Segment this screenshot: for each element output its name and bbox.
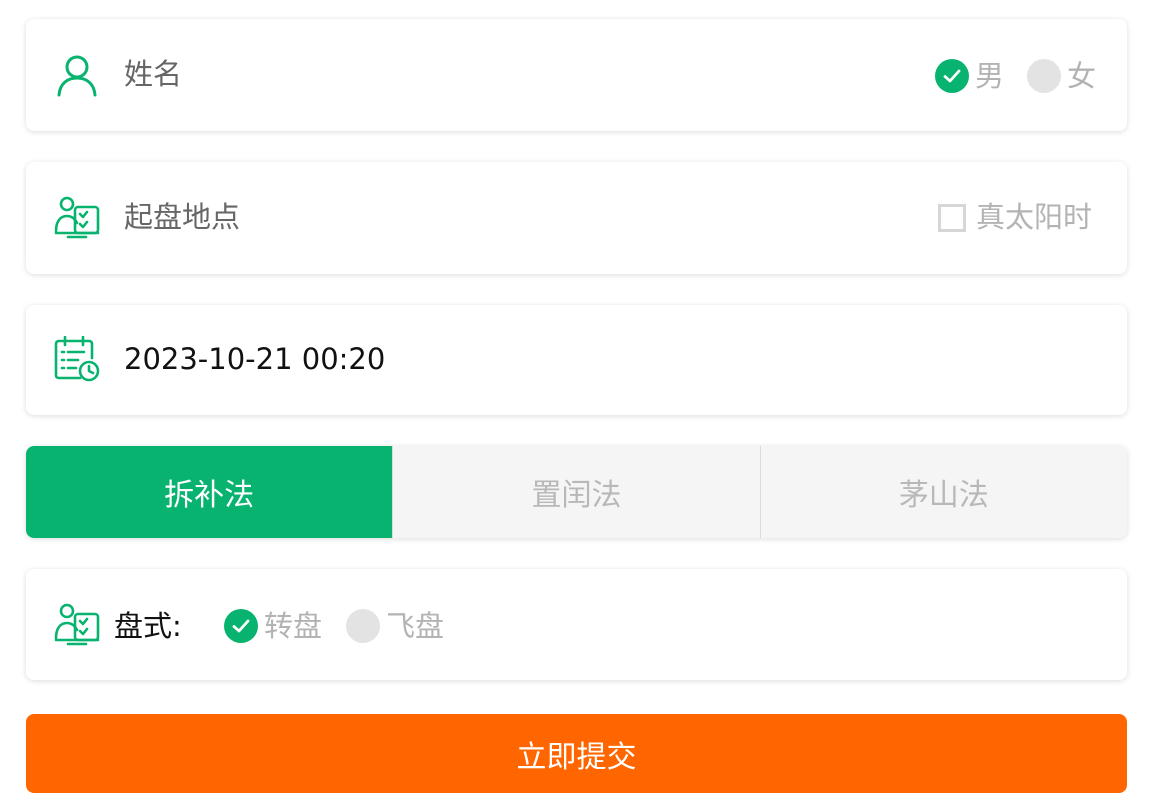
calendar-clock-icon xyxy=(54,336,100,382)
method-tabs: 拆补法 置闰法 茅山法 xyxy=(26,446,1127,538)
location-input[interactable]: 起盘地点 xyxy=(124,203,240,232)
gender-male-radio[interactable]: 男 xyxy=(935,59,1004,93)
checked-icon xyxy=(935,59,969,93)
chart-style-rotate-label: 转盘 xyxy=(264,608,323,643)
true-solar-time-label: 真太阳时 xyxy=(976,200,1093,234)
gender-male-label: 男 xyxy=(975,58,1005,93)
chart-style-card: 盘式: 转盘 飞盘 xyxy=(26,569,1127,680)
tab-chaibu[interactable]: 拆补法 xyxy=(26,446,393,538)
profile-checklist-icon xyxy=(54,195,100,241)
location-card: 起盘地点 真太阳时 xyxy=(26,162,1127,274)
unchecked-icon xyxy=(346,609,380,643)
datetime-card: 2023-10-21 00:20 xyxy=(26,305,1127,415)
name-card: 姓名 男 女 xyxy=(26,19,1127,131)
tab-maoshan[interactable]: 茅山法 xyxy=(759,446,1127,538)
chart-style-fly-label: 飞盘 xyxy=(386,608,445,643)
true-solar-time-checkbox[interactable]: 真太阳时 xyxy=(938,203,1092,232)
user-icon xyxy=(54,52,100,98)
form-page: 姓名 男 女 起盘地点 真太阳时 2023-10-21 00:20 拆补法 置闰… xyxy=(0,0,1149,811)
submit-button[interactable]: 立即提交 xyxy=(26,714,1127,793)
unchecked-icon xyxy=(1027,59,1061,93)
tab-zhirun[interactable]: 置闰法 xyxy=(392,446,760,538)
gender-female-label: 女 xyxy=(1067,58,1097,93)
checkbox-box xyxy=(938,203,966,232)
chart-style-label: 盘式: xyxy=(114,609,182,643)
gender-female-radio[interactable]: 女 xyxy=(1027,59,1096,93)
name-input[interactable]: 姓名 xyxy=(124,60,182,89)
profile-checklist-icon xyxy=(54,602,100,648)
chart-style-fly-radio[interactable]: 飞盘 xyxy=(346,609,444,643)
datetime-input[interactable]: 2023-10-21 00:20 xyxy=(124,345,385,374)
checked-icon xyxy=(224,609,258,643)
chart-style-rotate-radio[interactable]: 转盘 xyxy=(224,609,322,643)
